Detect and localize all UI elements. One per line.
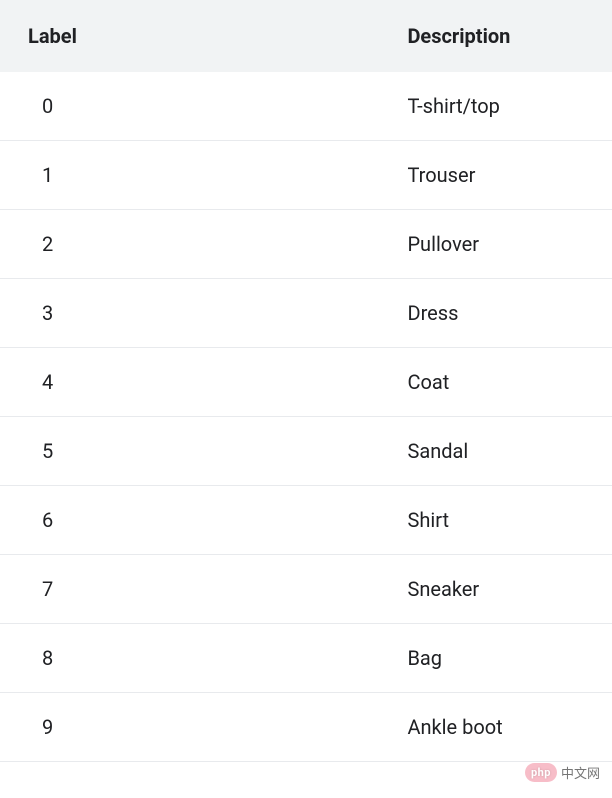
cell-label: 4: [0, 348, 379, 417]
table-row: 0 T-shirt/top: [0, 72, 612, 141]
table-row: 7 Sneaker: [0, 555, 612, 624]
cell-description: Coat: [379, 348, 612, 417]
cell-description: Dress: [379, 279, 612, 348]
cell-description: Sneaker: [379, 555, 612, 624]
cell-label: 8: [0, 624, 379, 693]
table-row: 3 Dress: [0, 279, 612, 348]
watermark: php 中文网: [525, 763, 600, 782]
cell-label: 9: [0, 693, 379, 762]
cell-description: Shirt: [379, 486, 612, 555]
header-description: Description: [379, 0, 612, 72]
table-row: 6 Shirt: [0, 486, 612, 555]
cell-label: 0: [0, 72, 379, 141]
cell-label: 7: [0, 555, 379, 624]
table-row: 2 Pullover: [0, 210, 612, 279]
cell-description: T-shirt/top: [379, 72, 612, 141]
cell-label: 2: [0, 210, 379, 279]
table-row: 1 Trouser: [0, 141, 612, 210]
cell-label: 5: [0, 417, 379, 486]
cell-description: Sandal: [379, 417, 612, 486]
labels-table: Label Description 0 T-shirt/top 1 Trouse…: [0, 0, 612, 762]
watermark-text: 中文网: [561, 763, 600, 782]
cell-description: Trouser: [379, 141, 612, 210]
table-row: 8 Bag: [0, 624, 612, 693]
table-row: 4 Coat: [0, 348, 612, 417]
table-row: 5 Sandal: [0, 417, 612, 486]
table-header-row: Label Description: [0, 0, 612, 72]
cell-label: 1: [0, 141, 379, 210]
cell-description: Ankle boot: [379, 693, 612, 762]
cell-description: Bag: [379, 624, 612, 693]
watermark-badge: php: [525, 763, 557, 782]
cell-label: 6: [0, 486, 379, 555]
cell-description: Pullover: [379, 210, 612, 279]
table-row: 9 Ankle boot: [0, 693, 612, 762]
header-label: Label: [0, 0, 379, 72]
cell-label: 3: [0, 279, 379, 348]
